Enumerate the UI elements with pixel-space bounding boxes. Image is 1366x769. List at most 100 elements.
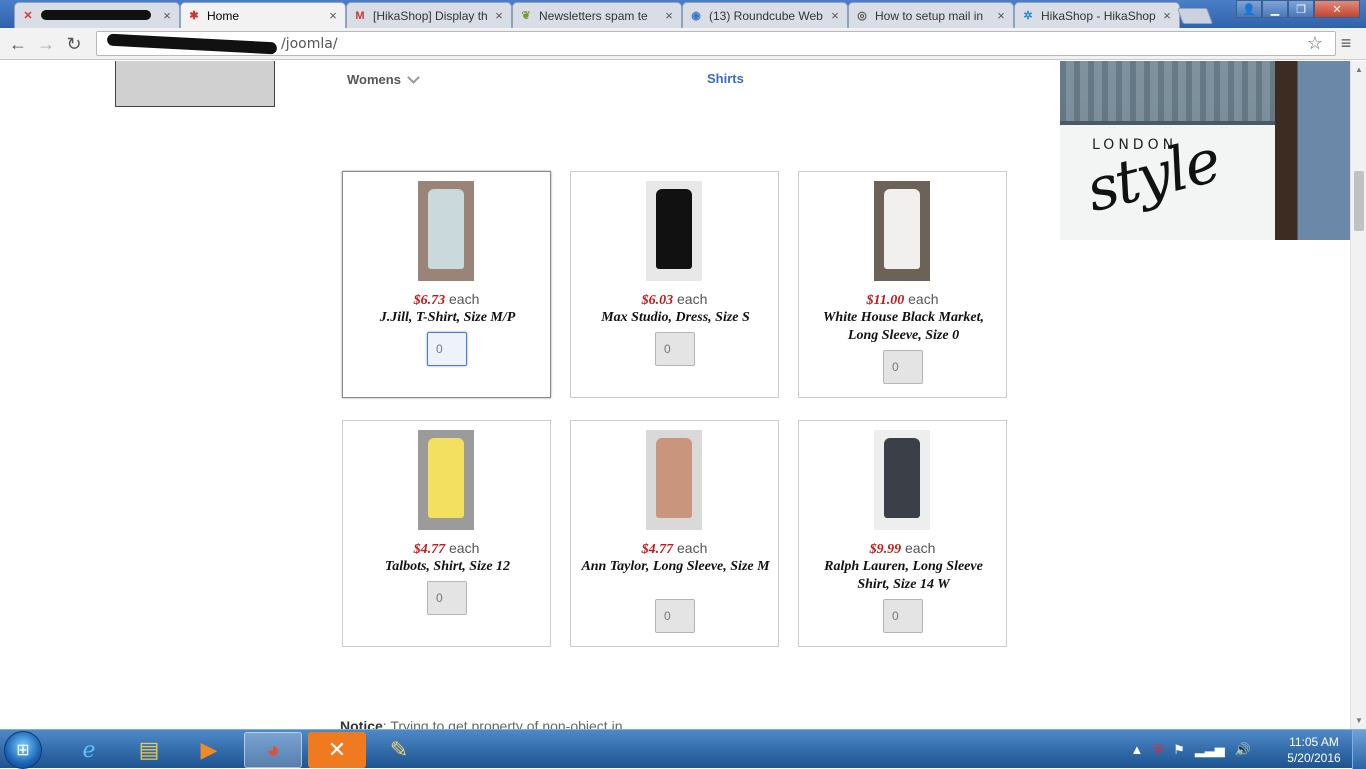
- network-signal-icon[interactable]: ▂▃▅: [1195, 742, 1225, 758]
- xampp-icon[interactable]: ✕: [308, 732, 366, 768]
- show-desktop-button[interactable]: [1352, 730, 1366, 769]
- london-style-banner: LONDON style: [1060, 61, 1350, 240]
- tab-redacted[interactable]: ✕ ×: [14, 2, 180, 28]
- address-text: /joomla/: [281, 35, 338, 52]
- antivirus-icon[interactable]: ⛨: [1153, 742, 1163, 758]
- tab-hikashop[interactable]: ✲ HikaShop - HikaShop ×: [1014, 2, 1180, 28]
- close-icon[interactable]: ×: [327, 8, 339, 23]
- product-card: $6.03 each Max Studio, Dress, Size S: [570, 171, 779, 398]
- tab-setup-mail[interactable]: ◎ How to setup mail in ×: [848, 2, 1014, 28]
- product-name[interactable]: White House Black Market, Long Sleeve, S…: [807, 309, 1000, 345]
- tab-label: How to setup mail in: [875, 8, 984, 23]
- new-tab-button[interactable]: [1177, 8, 1213, 24]
- clock-time: 11:05 AM: [1289, 735, 1339, 749]
- media-player-icon[interactable]: ▶: [180, 732, 238, 768]
- close-icon[interactable]: ×: [995, 8, 1007, 23]
- roundcube-icon: ◉: [691, 10, 701, 22]
- quantity-input[interactable]: [655, 599, 695, 633]
- redacted-url-part: [106, 33, 278, 54]
- product-price: $6.03: [641, 293, 674, 308]
- product-name[interactable]: Ralph Lauren, Long Sleeve Shirt, Size 14…: [807, 558, 1000, 594]
- product-price: $11.00: [866, 293, 905, 308]
- product-image[interactable]: [418, 430, 474, 530]
- notice-text: : Trying to get property of non-object i…: [382, 718, 623, 729]
- chrome-icon[interactable]: ◕: [244, 732, 302, 768]
- product-image[interactable]: [646, 181, 702, 281]
- price-unit: each: [677, 540, 708, 556]
- tab-strip: ✕ × ✱ Home × M [HikaShop] Display th × ❦…: [0, 0, 1366, 28]
- scroll-up-icon[interactable]: ▲: [1355, 65, 1363, 74]
- product-name[interactable]: J.Jill, T-Shirt, Size M/P: [351, 309, 544, 327]
- close-icon[interactable]: ×: [161, 8, 173, 23]
- tab-hikashop-display[interactable]: M [HikaShop] Display th ×: [346, 2, 512, 28]
- product-image[interactable]: [418, 181, 474, 281]
- reload-icon[interactable]: ↻: [62, 32, 86, 56]
- forward-arrow-icon[interactable]: →: [34, 32, 58, 56]
- tab-roundcube[interactable]: ◉ (13) Roundcube Web ×: [682, 2, 848, 28]
- back-arrow-icon[interactable]: ←: [6, 32, 30, 56]
- product-image[interactable]: [646, 430, 702, 530]
- globe-icon: ◎: [857, 10, 867, 22]
- taskbar-clock[interactable]: 11:05 AM 5/20/2016: [1284, 734, 1344, 766]
- quantity-input[interactable]: [427, 332, 467, 366]
- product-price: $6.73: [413, 293, 446, 308]
- menu-icon[interactable]: ≡: [1336, 33, 1356, 53]
- page-scrollbar[interactable]: ▲ ▼: [1350, 61, 1366, 729]
- left-thumbnail: [115, 61, 275, 107]
- price-line: $6.03 each: [571, 291, 778, 309]
- joomla-icon: ✱: [189, 10, 199, 22]
- bookmark-star-icon[interactable]: ☆: [1304, 32, 1326, 54]
- product-name[interactable]: Talbots, Shirt, Size 12: [351, 558, 544, 576]
- tab-home[interactable]: ✱ Home ×: [180, 2, 346, 28]
- close-icon[interactable]: ×: [493, 8, 505, 23]
- maximize-button[interactable]: ❐: [1288, 0, 1314, 18]
- product-card: $6.73 each J.Jill, T-Shirt, Size M/P: [342, 171, 551, 398]
- product-image[interactable]: [874, 430, 930, 530]
- product-name[interactable]: Max Studio, Dress, Size S: [579, 309, 772, 327]
- user-icon[interactable]: 👤: [1236, 0, 1262, 18]
- address-bar[interactable]: /joomla/: [96, 31, 1336, 56]
- product-card: $4.77 each Ann Taylor, Long Sleeve, Size …: [570, 420, 779, 647]
- tab-label: [HikaShop] Display th: [373, 8, 488, 23]
- file-explorer-icon[interactable]: ▤: [120, 732, 178, 768]
- quantity-input[interactable]: [883, 599, 923, 633]
- product-price: $9.99: [869, 542, 902, 557]
- price-line: $4.77 each: [343, 540, 550, 558]
- scroll-thumb[interactable]: [1354, 171, 1364, 231]
- paint-icon[interactable]: ✎: [370, 732, 428, 768]
- price-unit: each: [677, 291, 708, 307]
- show-hidden-icons-icon[interactable]: ▲: [1131, 742, 1144, 757]
- action-center-flag-icon[interactable]: ⚑: [1173, 742, 1185, 758]
- php-notice: Notice: Trying to get property of non-ob…: [340, 718, 623, 729]
- minimize-button[interactable]: ▁: [1262, 0, 1288, 18]
- notice-label: Notice: [340, 718, 383, 729]
- internet-explorer-icon[interactable]: ℯ: [60, 732, 118, 768]
- close-icon[interactable]: ×: [663, 8, 675, 23]
- hikashop-icon: ✲: [1023, 10, 1033, 22]
- tab-label: Newsletters spam te: [539, 8, 648, 23]
- clock-date: 5/20/2016: [1287, 751, 1341, 765]
- volume-icon[interactable]: 🔊: [1235, 742, 1251, 758]
- windows-taskbar: ⊞ ℯ ▤ ▶ ◕ ✕ ✎ ▲ ⛨ ⚑ ▂▃▅ 🔊 11:05 AM 5/20/…: [0, 729, 1366, 769]
- scroll-down-icon[interactable]: ▼: [1355, 716, 1363, 725]
- tab-newsletters[interactable]: ❦ Newsletters spam te ×: [512, 2, 682, 28]
- start-button[interactable]: ⊞: [4, 731, 42, 769]
- product-image[interactable]: [874, 181, 930, 281]
- close-icon[interactable]: ×: [829, 8, 841, 23]
- quantity-input[interactable]: [655, 332, 695, 366]
- product-price: $4.77: [641, 542, 674, 557]
- window-close-button[interactable]: ✕: [1314, 0, 1360, 18]
- product-price: $4.77: [413, 542, 446, 557]
- price-line: $11.00 each: [799, 291, 1006, 309]
- product-name[interactable]: Ann Taylor, Long Sleeve, Size M: [579, 558, 772, 576]
- price-line: $9.99 each: [799, 540, 1006, 558]
- leaf-icon: ❦: [521, 10, 531, 22]
- nav-shirts[interactable]: Shirts: [707, 71, 744, 86]
- quantity-input[interactable]: [427, 581, 467, 615]
- close-icon[interactable]: ×: [1161, 8, 1173, 23]
- page-viewport: Womens Shirts LONDON style $6.73 each J.J…: [0, 61, 1350, 729]
- chevron-down-icon: [407, 70, 420, 84]
- price-unit: each: [449, 291, 480, 307]
- quantity-input[interactable]: [883, 350, 923, 384]
- nav-womens[interactable]: Womens: [347, 70, 420, 87]
